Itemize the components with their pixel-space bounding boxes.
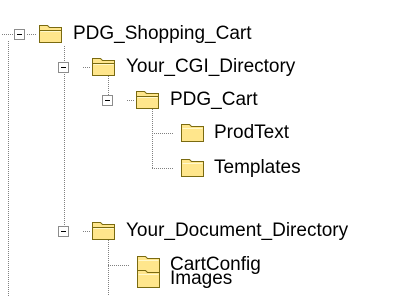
tree-node-label: Your_Document_Directory <box>126 220 349 241</box>
folder-icon <box>181 124 204 142</box>
folder-tree: PDG_Shopping_Cart Your_CGI_Directory PDG… <box>0 0 420 296</box>
collapse-toggle-icon[interactable] <box>58 62 69 73</box>
folder-icon <box>181 159 204 177</box>
collapse-toggle-icon[interactable] <box>102 95 113 106</box>
tree-node-pdg-cart[interactable]: PDG_Cart <box>100 83 420 117</box>
folder-icon <box>137 270 160 288</box>
tree-node-label: PDG_Shopping_Cart <box>73 23 252 44</box>
tree-node-pdg-shopping-cart[interactable]: PDG_Shopping_Cart <box>0 17 420 51</box>
folder-open-icon <box>92 222 115 240</box>
tree-node-images[interactable]: Images <box>130 262 420 296</box>
folder-open-icon <box>92 58 115 76</box>
folder-open-icon <box>136 91 159 109</box>
tree-node-label: ProdText <box>214 122 289 143</box>
tree-node-your-document-directory[interactable]: Your_Document_Directory <box>56 214 420 248</box>
collapse-toggle-icon[interactable] <box>58 226 69 237</box>
tree-node-label: Templates <box>214 157 301 178</box>
tree-node-label: Images <box>170 268 233 289</box>
tree-node-templates[interactable]: Templates <box>174 151 420 185</box>
tree-node-label: PDG_Cart <box>170 89 258 110</box>
collapse-toggle-icon[interactable] <box>14 29 25 40</box>
tree-node-your-cgi-directory[interactable]: Your_CGI_Directory <box>56 50 420 84</box>
tree-node-label: Your_CGI_Directory <box>126 56 296 77</box>
folder-open-icon <box>39 25 62 43</box>
tree-node-prodtext[interactable]: ProdText <box>174 116 420 150</box>
